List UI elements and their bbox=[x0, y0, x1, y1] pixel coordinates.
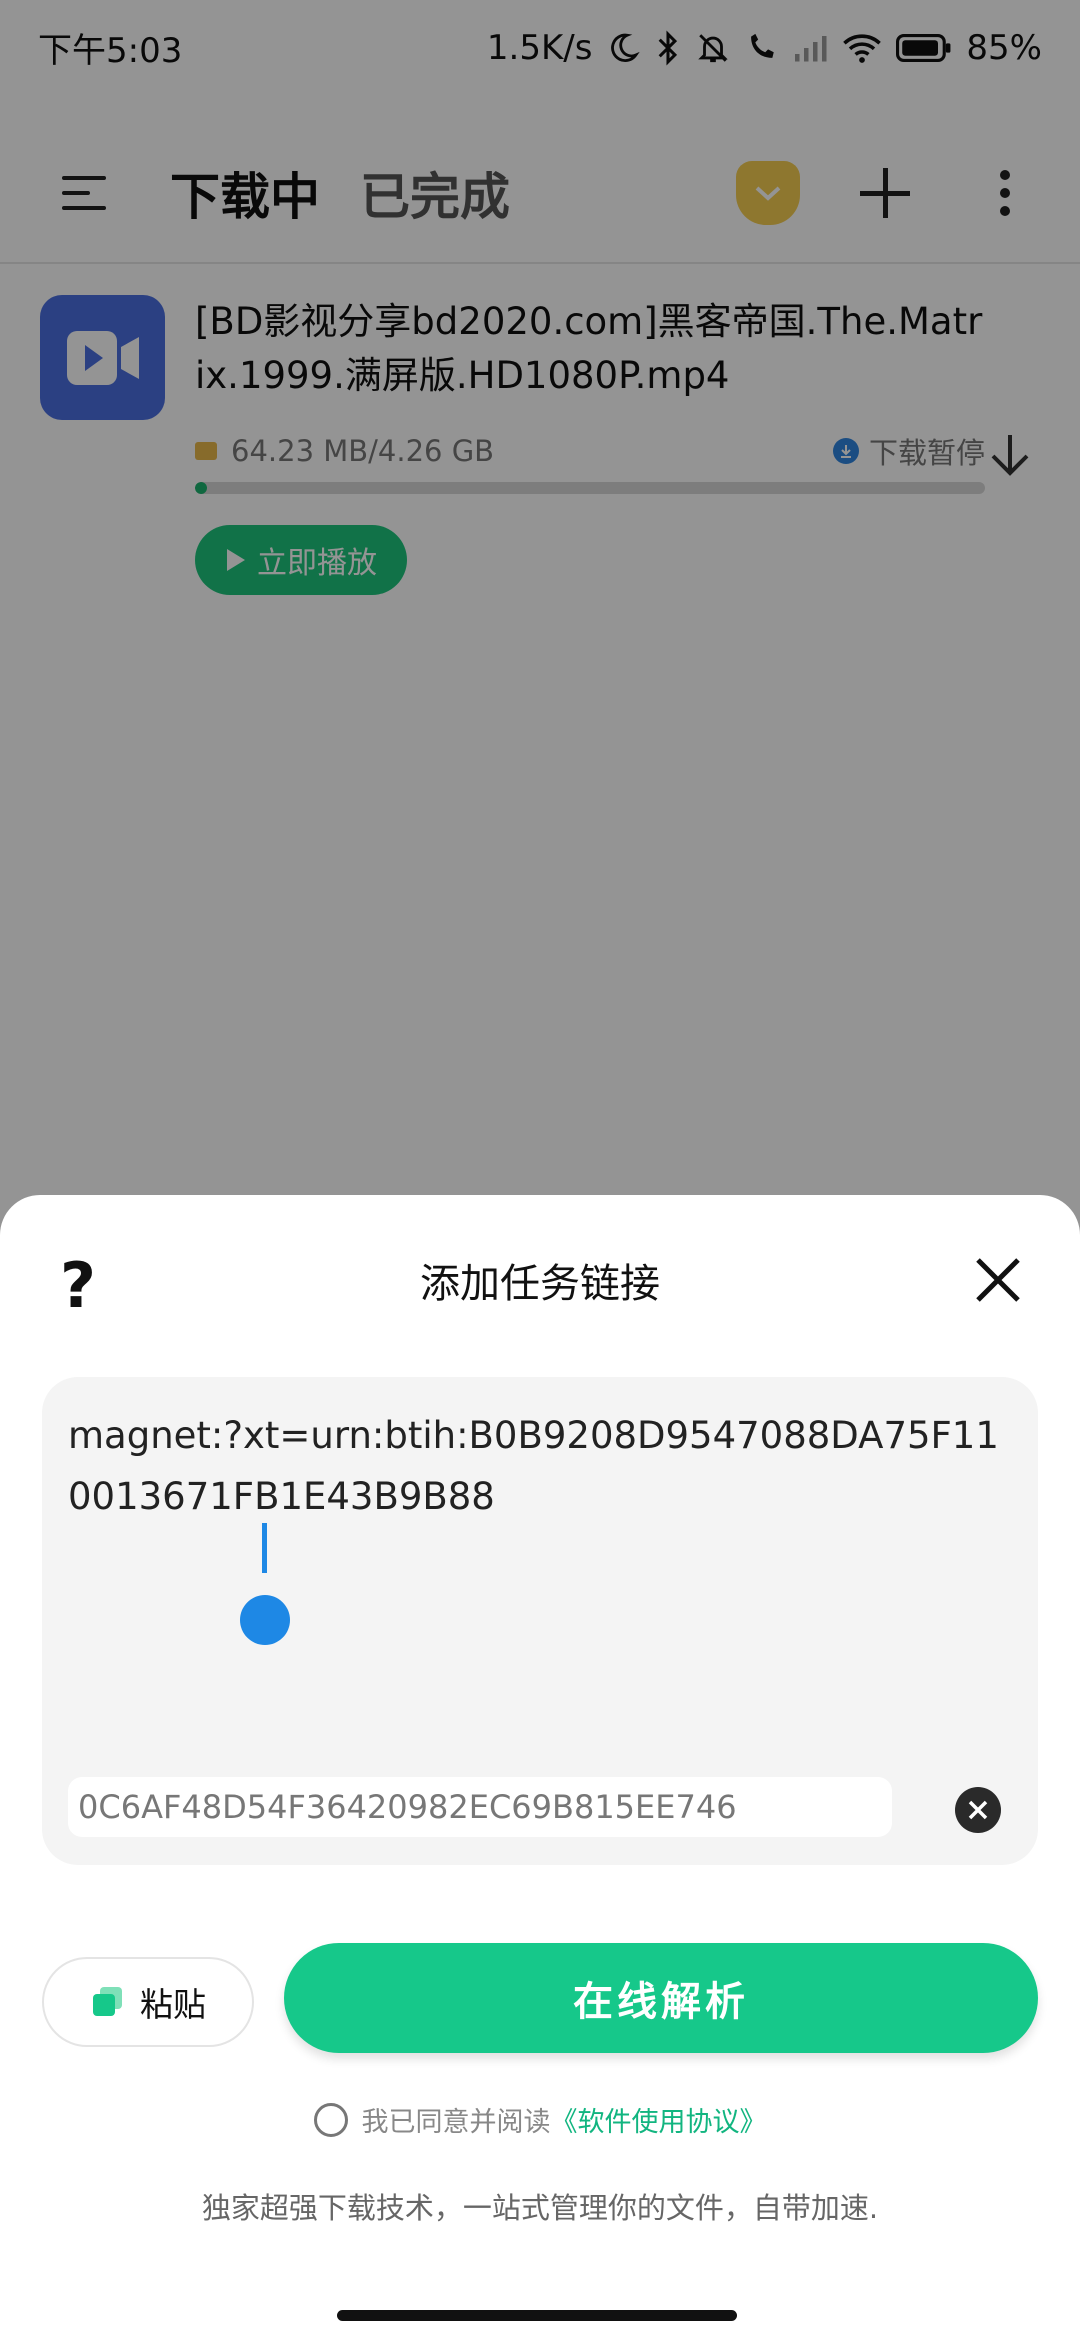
paste-button[interactable]: 粘贴 bbox=[42, 1957, 254, 2047]
sheet-title: 添加任务链接 bbox=[420, 1261, 660, 1307]
agreement-radio[interactable] bbox=[313, 2102, 348, 2137]
magnet-link-text[interactable]: magnet:?xt=urn:btih:B0B9208D9547088DA75F… bbox=[68, 1405, 1018, 1527]
close-icon[interactable] bbox=[965, 1247, 1031, 1313]
paste-label: 粘贴 bbox=[140, 1985, 206, 2024]
agreement-link[interactable]: 《软件使用协议》 bbox=[551, 2100, 767, 2139]
cursor-handle[interactable] bbox=[240, 1595, 290, 1645]
online-parse-button[interactable]: 在线解析 bbox=[284, 1943, 1038, 2053]
clear-icon[interactable] bbox=[955, 1787, 1001, 1833]
paste-icon bbox=[93, 1987, 122, 2016]
link-input-box[interactable]: magnet:?xt=urn:btih:B0B9208D9547088DA75F… bbox=[42, 1377, 1038, 1865]
hash-input[interactable] bbox=[68, 1777, 892, 1837]
slogan-text: 独家超强下载技术，一站式管理你的文件，自带加速. bbox=[201, 2191, 879, 2225]
help-button[interactable]: ? bbox=[48, 1249, 108, 1322]
sheet-header: ? 添加任务链接 bbox=[0, 1195, 1080, 1365]
text-cursor bbox=[262, 1523, 267, 1573]
agreement-text: 我已同意并阅读 bbox=[361, 2107, 551, 2138]
add-task-sheet: ? 添加任务链接 magnet:?xt=urn:btih:B0B9208D954… bbox=[0, 1195, 1080, 2340]
home-indicator[interactable] bbox=[337, 2310, 737, 2321]
agreement-row: 我已同意并阅读 《软件使用协议》 bbox=[0, 2100, 1080, 2139]
